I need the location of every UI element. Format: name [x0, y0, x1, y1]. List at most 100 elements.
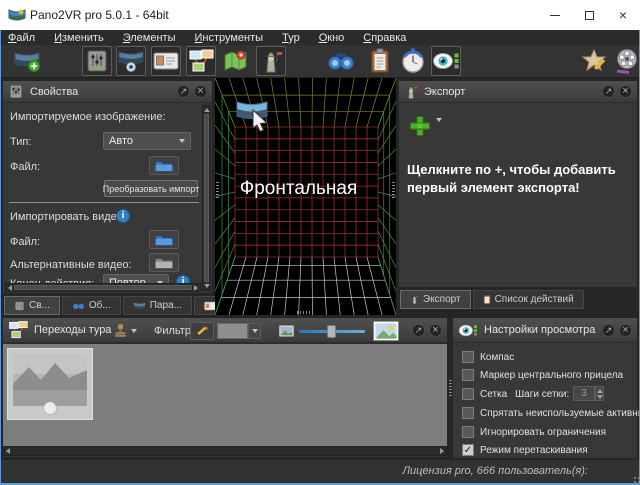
map-pin-icon: [224, 50, 247, 71]
properties-panel-header[interactable]: Свойства: [3, 81, 212, 103]
tour-panel-header[interactable]: Переходы тура Фильтр:: [3, 318, 447, 343]
viewer-settings-button[interactable]: [431, 46, 461, 76]
spin-up-icon[interactable]: [596, 388, 603, 393]
skin-editor-button[interactable]: [580, 46, 610, 76]
splitter-handle[interactable]: [297, 311, 315, 314]
open-alt-video-button[interactable]: [149, 253, 179, 272]
panorama-viewer[interactable]: Фронтальная: [214, 77, 397, 316]
splitter-handle[interactable]: [449, 380, 452, 396]
resize-grip[interactable]: [634, 477, 636, 479]
ignore-limits-checkbox[interactable]: [462, 426, 474, 438]
tab-properties[interactable]: Св...: [4, 296, 60, 315]
right-dock-tabs: Экспорт Список действий: [398, 288, 586, 309]
drop-panorama-hint-icon: [236, 101, 269, 132]
map-button[interactable]: [220, 46, 250, 76]
menu-tools[interactable]: Инструменты: [194, 32, 263, 44]
sliders-icon: [10, 84, 22, 99]
menu-window[interactable]: Окно: [319, 32, 345, 44]
properties-panel-button[interactable]: [82, 46, 112, 76]
menu-help[interactable]: Справка: [363, 32, 406, 44]
close-panel-icon[interactable]: [619, 85, 632, 98]
undock-icon[interactable]: [602, 323, 615, 337]
scrollbar-thumb[interactable]: [14, 285, 192, 290]
clipboard-icon: [371, 48, 389, 73]
tab-export[interactable]: Экспорт: [400, 290, 471, 309]
cube-face-label: Фронтальная: [239, 178, 358, 199]
undock-icon[interactable]: [177, 85, 190, 98]
open-file-button[interactable]: [149, 156, 179, 175]
splitter-handle[interactable]: [216, 182, 219, 198]
hide-hotspots-checkbox[interactable]: [462, 407, 474, 419]
view-settings-header[interactable]: Настройки просмотра: [453, 318, 637, 343]
video-output-button[interactable]: [612, 46, 640, 76]
panorama-thumbnail-cell[interactable]: [7, 348, 93, 420]
scroll-up-icon[interactable]: [203, 108, 210, 112]
close-panel-icon[interactable]: [194, 85, 207, 98]
close-button[interactable]: [606, 0, 640, 30]
viewing-parameters-button[interactable]: [116, 46, 146, 76]
action-list-button[interactable]: [365, 46, 395, 76]
add-panorama-button[interactable]: [12, 46, 42, 76]
scroll-down-icon[interactable]: [203, 284, 210, 288]
export-panel-header[interactable]: Экспорт: [399, 81, 637, 103]
splitter-handle[interactable]: [392, 182, 395, 198]
checkbox-label: Компас: [480, 352, 515, 363]
convert-import-button[interactable]: Преобразовать импорт: [103, 180, 199, 197]
open-video-button[interactable]: [149, 230, 179, 249]
large-thumbnail-icon: [373, 321, 399, 341]
scroll-left-icon[interactable]: [8, 284, 12, 291]
scroll-right-icon[interactable]: [440, 448, 444, 454]
chevron-down-icon: [251, 329, 258, 333]
title-bar: Pano2VR pro 5.0.1 - 64bit: [0, 0, 640, 30]
close-panel-icon[interactable]: [619, 323, 632, 337]
dropdown-arrow-button[interactable]: [248, 323, 261, 339]
panel-title: Экспорт: [424, 85, 466, 98]
animation-button[interactable]: [398, 46, 428, 76]
panorama-eye-icon: [118, 51, 144, 72]
tab-hotspots[interactable]: Об...: [61, 296, 121, 315]
menu-tour[interactable]: Тур: [282, 32, 300, 44]
tab-viewing-parameters[interactable]: Пара...: [122, 296, 192, 315]
add-export-dropdown-icon[interactable]: [436, 118, 442, 122]
export-panel-button[interactable]: [256, 46, 286, 76]
center-marker-checkbox[interactable]: [462, 369, 474, 381]
scrollbar-thumb[interactable]: [204, 114, 209, 282]
edit-filter-button[interactable]: [190, 322, 214, 340]
horizontal-scrollbar[interactable]: [3, 446, 447, 456]
pencil-icon: [196, 326, 208, 336]
compass-checkbox[interactable]: [462, 351, 474, 363]
hotspots-button[interactable]: [326, 46, 356, 76]
scroll-right-icon[interactable]: [194, 284, 198, 291]
horizontal-scrollbar[interactable]: [5, 283, 201, 292]
license-status-text: Лицензия pro, 666 пользователь(я):: [402, 465, 588, 477]
slider-handle[interactable]: [327, 325, 336, 338]
add-panorama-icon: [14, 52, 40, 72]
binoculars-icon: [328, 53, 354, 70]
spinner-arrows[interactable]: [595, 386, 604, 401]
grid-checkbox[interactable]: [462, 388, 474, 400]
maximize-button[interactable]: [572, 0, 606, 30]
vertical-scrollbar[interactable]: [202, 105, 211, 291]
user-data-button[interactable]: [151, 46, 181, 76]
stamp-tool-button[interactable]: [113, 323, 137, 338]
drag-mode-checkbox[interactable]: [462, 444, 474, 456]
filter-color-dropdown[interactable]: [217, 323, 261, 339]
tour-browser-button[interactable]: [186, 46, 216, 76]
maximize-icon: [584, 10, 594, 20]
menu-edit[interactable]: Изменить: [54, 32, 104, 44]
menu-elements[interactable]: Элементы: [123, 32, 176, 44]
color-swatch: [217, 323, 248, 339]
add-export-button[interactable]: [409, 115, 431, 137]
type-dropdown[interactable]: Авто: [103, 132, 191, 150]
thumbnail-size-slider[interactable]: [299, 325, 365, 338]
undock-icon[interactable]: [412, 323, 425, 337]
grid-steps-spinner[interactable]: 3: [573, 386, 595, 401]
tab-action-list[interactable]: Список действий: [472, 290, 584, 309]
scroll-left-icon[interactable]: [6, 448, 10, 454]
minimize-button[interactable]: [538, 0, 572, 30]
gnome-flag-icon: [408, 86, 418, 99]
menu-file[interactable]: Файл: [8, 32, 35, 44]
close-panel-icon[interactable]: [429, 323, 442, 337]
spin-down-icon[interactable]: [596, 394, 603, 399]
undock-icon[interactable]: [602, 85, 615, 98]
